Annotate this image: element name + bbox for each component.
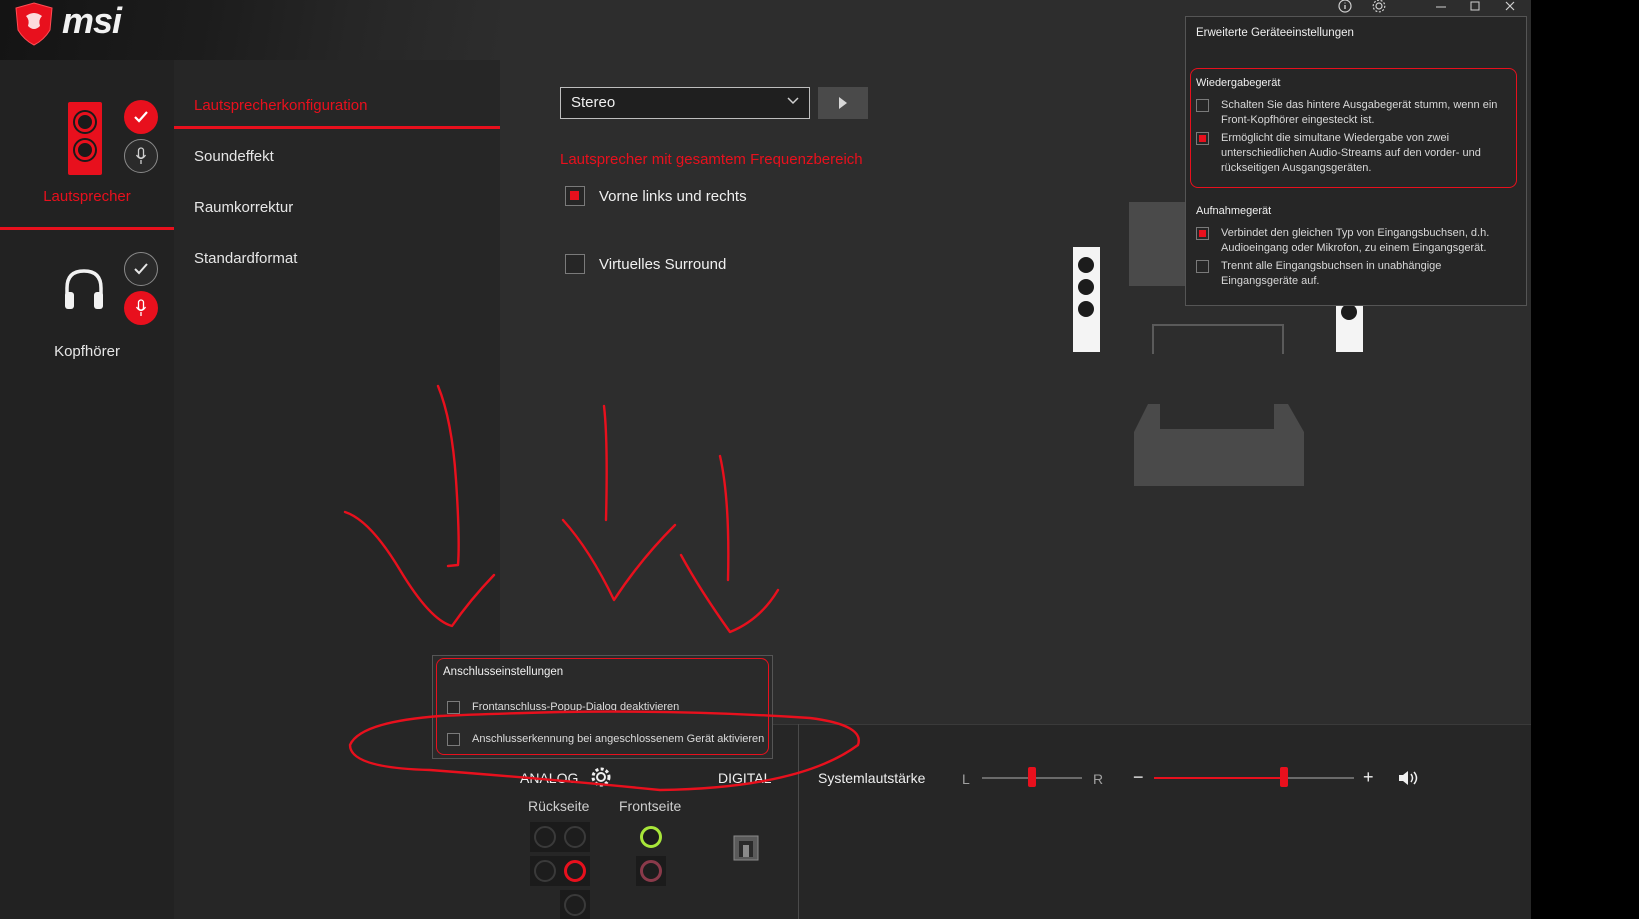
chevron-down-icon — [787, 97, 799, 105]
front-jack-mic[interactable] — [636, 856, 666, 886]
record-option-2-text: Trennt alle Eingangsbuchsen in unabhängi… — [1221, 260, 1442, 287]
front-left-speaker-icon[interactable] — [1073, 247, 1100, 352]
digital-output-port-icon[interactable] — [733, 835, 759, 861]
active-device-indicator — [0, 227, 174, 230]
playback-highlight-box — [1190, 68, 1517, 188]
record-option-1[interactable]: Verbindet den gleichen Typ von Eingangsb… — [1196, 226, 1516, 256]
headphones-device-label: Kopfhörer — [54, 343, 120, 360]
front-right-speaker-icon[interactable] — [1336, 300, 1363, 352]
desktop-background — [1531, 0, 1639, 919]
speaker-mic-button[interactable] — [124, 139, 158, 173]
gear-icon — [1372, 0, 1386, 13]
app-window: msi Lautsprecher Kopfhörer Lautsprecherk… — [0, 0, 1531, 919]
speaker-config-value: Stereo — [571, 94, 616, 111]
headphones-icon — [65, 269, 103, 309]
balance-slider-thumb[interactable] — [1028, 767, 1036, 787]
speaker-default-check-button[interactable] — [124, 100, 158, 134]
balance-right-label: R — [1093, 771, 1104, 787]
microphone-icon — [135, 147, 147, 164]
record-option-1-text: Verbindet den gleichen Typ von Eingangsb… — [1221, 227, 1490, 254]
front-jack-headphone[interactable] — [636, 822, 666, 852]
rear-jack-cell[interactable] — [560, 890, 590, 919]
bottom-separator — [798, 724, 799, 919]
record-option-1-checkbox[interactable] — [1196, 227, 1209, 240]
balance-left-label: L — [962, 771, 970, 787]
analog-label: ANALOG — [520, 770, 579, 786]
front-lr-label: Vorne links und rechts — [599, 187, 747, 205]
menu-item-speaker-config[interactable]: Lautsprecherkonfiguration — [194, 97, 367, 114]
settings-menu: Lautsprecherkonfiguration Soundeffekt Ra… — [174, 60, 500, 919]
msi-dragon-logo-icon — [15, 2, 53, 46]
recording-device-heading: Aufnahmegerät — [1196, 205, 1272, 217]
digital-label: DIGITAL — [718, 770, 772, 786]
volume-decrease-button[interactable]: − — [1133, 767, 1144, 788]
minimize-button[interactable] — [1431, 0, 1451, 12]
header-bar: msi — [0, 0, 500, 60]
rear-jack-cell[interactable] — [530, 856, 560, 886]
system-volume-label: Systemlautstärke — [818, 770, 926, 786]
info-button[interactable] — [1335, 0, 1355, 13]
center-speaker-shape — [1129, 202, 1189, 286]
front-lr-option[interactable]: Vorne links und rechts — [565, 186, 747, 206]
record-option-2[interactable]: Trennt alle Eingangsbuchsen in unabhängi… — [1196, 259, 1516, 289]
volume-slider-fill — [1154, 777, 1284, 779]
info-icon — [1338, 0, 1352, 13]
speaker-volume-icon[interactable] — [1398, 770, 1420, 786]
volume-slider-thumb[interactable] — [1280, 767, 1288, 787]
front-label: Frontseite — [619, 798, 682, 814]
virtual-surround-checkbox[interactable] — [565, 254, 585, 274]
close-icon — [1505, 1, 1515, 11]
monitor-shape — [1152, 324, 1284, 354]
maximize-button[interactable] — [1465, 0, 1485, 12]
rear-jack-cell-active[interactable] — [560, 856, 590, 886]
check-icon — [134, 111, 148, 123]
speaker-device-label: Lautsprecher — [43, 188, 131, 205]
speaker-config-select[interactable]: Stereo — [560, 87, 810, 119]
test-play-button[interactable] — [818, 87, 868, 119]
minimize-icon — [1436, 6, 1446, 8]
headphones-mic-button[interactable] — [124, 291, 158, 325]
brand-logo-text: msi — [62, 0, 122, 41]
speaker-device-icon — [68, 102, 102, 175]
menu-item-default-format[interactable]: Standardformat — [194, 250, 297, 267]
rear-label: Rückseite — [528, 798, 590, 814]
connector-settings-gear-icon[interactable] — [590, 766, 612, 788]
rear-jack-cell[interactable] — [530, 822, 560, 852]
settings-button[interactable] — [1369, 0, 1389, 13]
virtual-surround-label: Virtuelles Surround — [599, 255, 727, 273]
fullrange-speakers-heading: Lautsprecher mit gesamtem Frequenzbereic… — [560, 151, 863, 168]
connector-highlight-box — [436, 658, 769, 755]
front-lr-checkbox[interactable] — [565, 186, 585, 206]
virtual-surround-option[interactable]: Virtuelles Surround — [565, 254, 726, 274]
headphones-default-check-button[interactable] — [124, 252, 158, 286]
play-icon — [839, 97, 847, 109]
menu-item-sound-effect[interactable]: Soundeffekt — [194, 148, 274, 165]
active-menu-indicator — [174, 126, 500, 129]
rear-jack-cell[interactable] — [560, 822, 590, 852]
microphone-icon — [135, 299, 147, 316]
maximize-icon — [1470, 1, 1480, 11]
check-icon — [134, 263, 148, 275]
volume-increase-button[interactable]: + — [1363, 767, 1374, 788]
record-option-2-checkbox[interactable] — [1196, 260, 1209, 273]
menu-item-room-correction[interactable]: Raumkorrektur — [194, 199, 293, 216]
close-button[interactable] — [1500, 0, 1520, 12]
listener-chair-shape — [1134, 404, 1304, 486]
advanced-settings-title: Erweiterte Geräteeinstellungen — [1196, 27, 1354, 39]
